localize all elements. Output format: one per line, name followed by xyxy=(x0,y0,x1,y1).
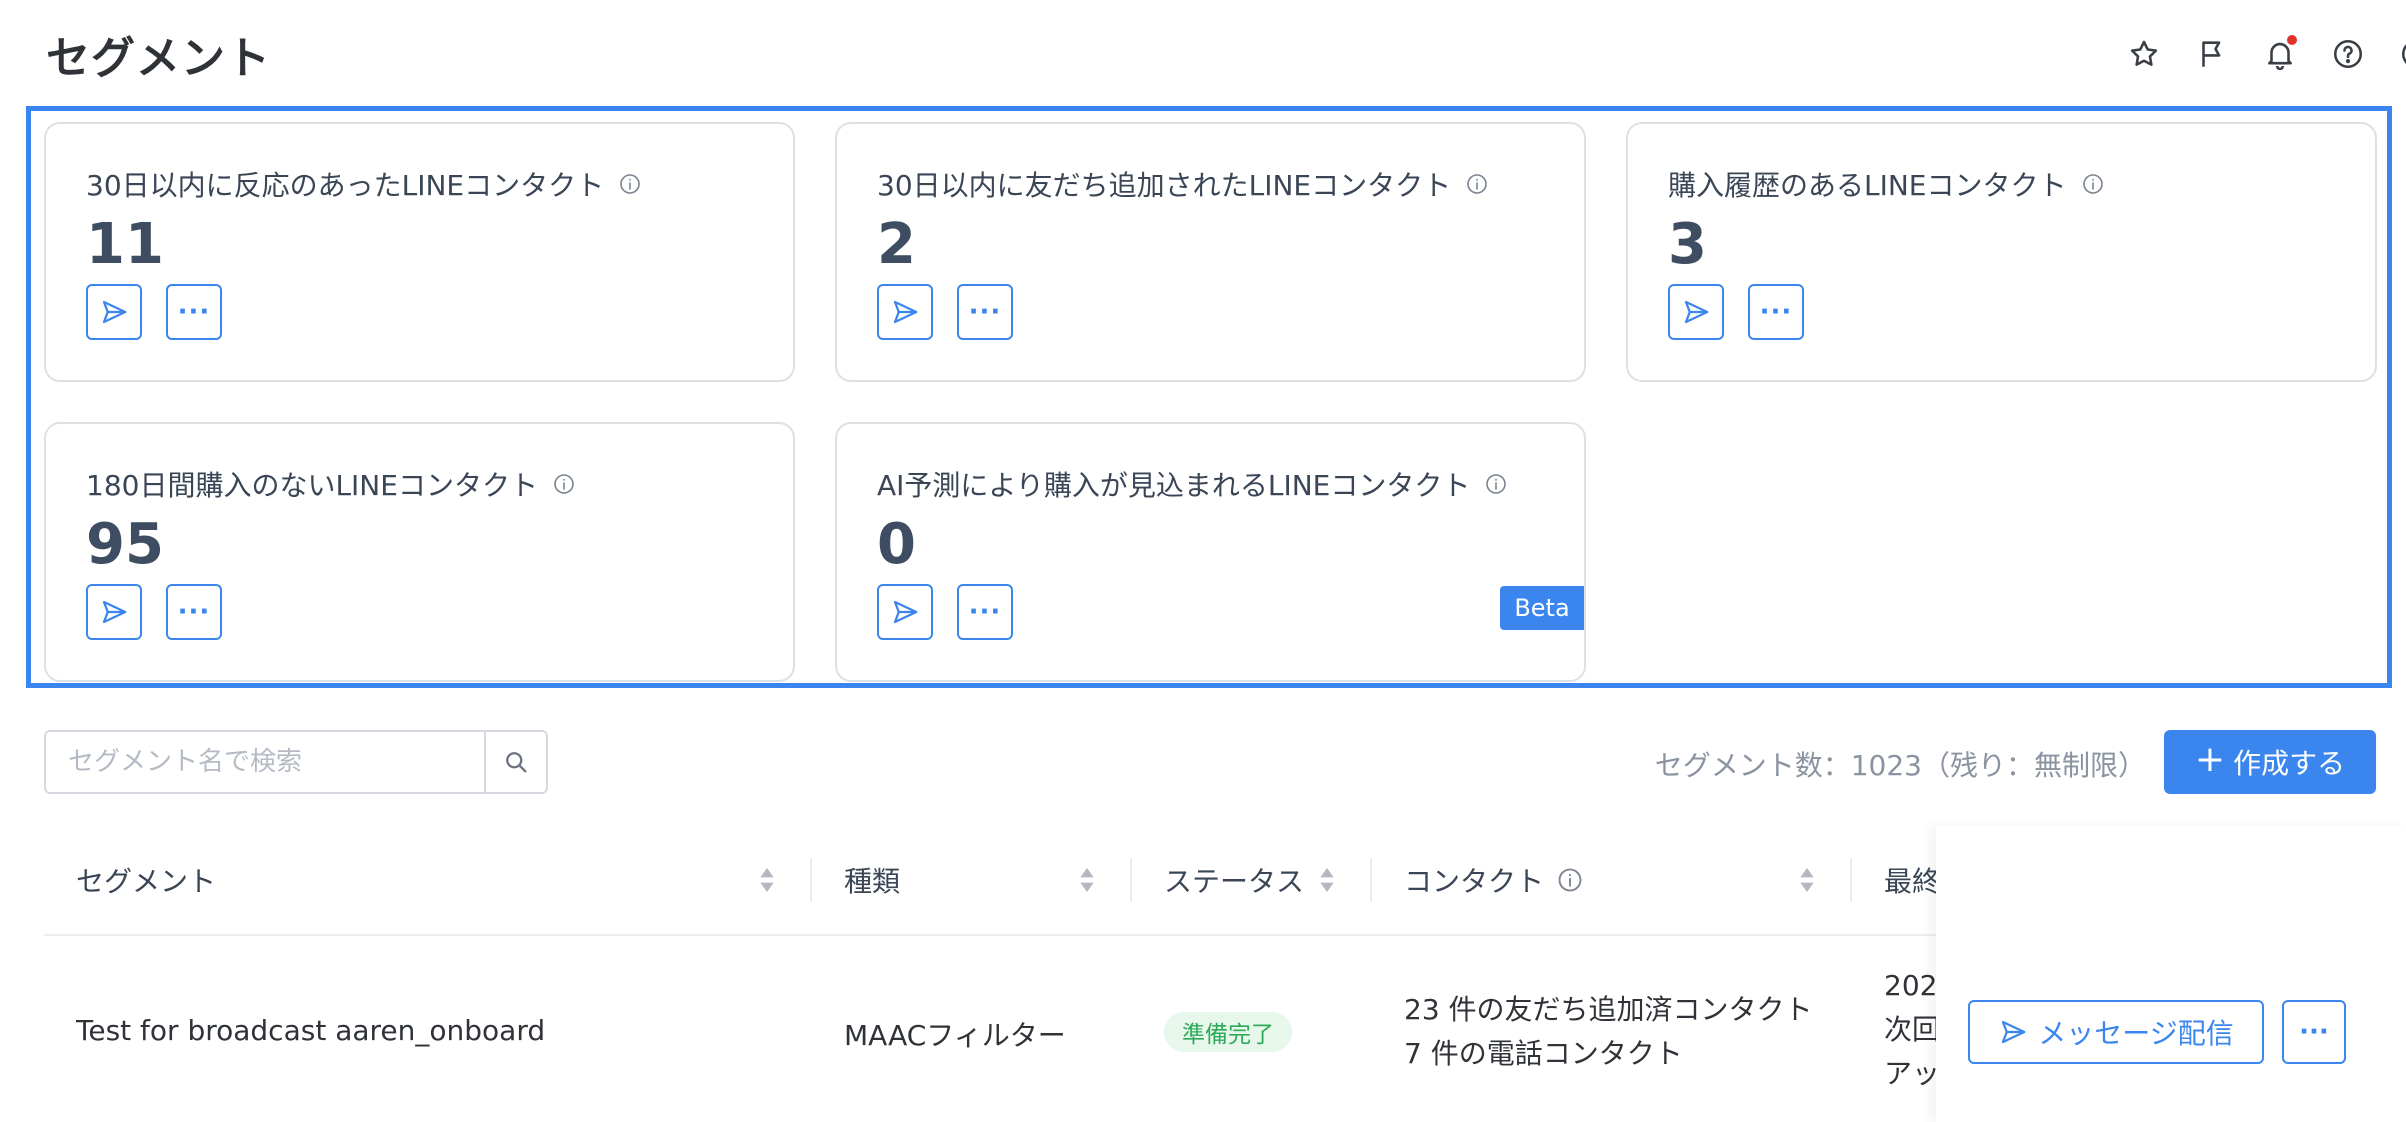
contacts-cell: 23 件の友だち追加済コンタクト 7 件の電話コンタクト xyxy=(1404,988,1813,1076)
status-badge: 準備完了 xyxy=(1164,1012,1292,1052)
quick-segment-card: 180日間購入のないLINEコンタクト 95 ··· xyxy=(44,422,795,682)
quick-segment-card: 購入履歴のあるLINEコンタクト 3 ··· xyxy=(1626,122,2377,382)
segment-count: セグメント数：1023（残り：無制限） xyxy=(1654,749,2146,782)
send-icon xyxy=(893,300,918,324)
card-title: AI予測により購入が見込まれるLINEコンタクト xyxy=(877,464,1508,504)
card-count: 11 xyxy=(86,212,164,277)
sort-icon[interactable] xyxy=(1798,864,1816,896)
info-icon[interactable] xyxy=(618,172,642,196)
contacts-line: 23 件の友だち追加済コンタクト xyxy=(1404,993,1813,1026)
last-updated-line: 202 xyxy=(1884,969,1938,1002)
send-button[interactable] xyxy=(1668,284,1724,340)
info-icon[interactable] xyxy=(2081,172,2105,196)
bell-icon[interactable] xyxy=(2258,32,2302,76)
create-button[interactable]: + 作成する xyxy=(2164,730,2376,794)
page-title: セグメント xyxy=(46,33,271,84)
last-updated-cell: 202 次回 アッ xyxy=(1884,964,1944,1096)
segment-name[interactable]: Test for broadcast aaren_onboard xyxy=(76,1014,545,1047)
more-button[interactable]: ··· xyxy=(1748,284,1804,340)
column-divider xyxy=(1130,858,1132,902)
more-button[interactable]: ··· xyxy=(957,284,1013,340)
last-updated-line: アッ xyxy=(1884,1057,1941,1090)
column-header-status[interactable]: ステータス xyxy=(1164,862,1304,898)
column-divider xyxy=(1370,858,1372,902)
star-icon[interactable] xyxy=(2122,32,2166,76)
quick-segment-card: 30日以内に反応のあったLINEコンタクト 11 ··· xyxy=(44,122,795,382)
column-header-contacts[interactable]: コンタクト xyxy=(1404,862,1584,898)
plus-icon: + xyxy=(2194,739,2226,780)
contacts-line: 7 件の電話コンタクト xyxy=(1404,1037,1683,1070)
card-title: 30日以内に友だち追加されたLINEコンタクト xyxy=(877,164,1489,204)
card-title: 30日以内に反応のあったLINEコンタクト xyxy=(86,164,642,204)
search-button[interactable] xyxy=(484,732,546,792)
send-icon xyxy=(2002,1020,2026,1044)
create-button-label: 作成する xyxy=(2233,747,2346,780)
card-count: 3 xyxy=(1668,212,1707,277)
more-button[interactable]: ··· xyxy=(957,584,1013,640)
send-message-button[interactable]: メッセージ配信 xyxy=(1968,1000,2264,1064)
column-header-segment[interactable]: セグメント xyxy=(76,862,216,898)
segment-type: MAACフィルター xyxy=(844,1019,1066,1052)
send-icon xyxy=(1684,300,1709,324)
card-count: 0 xyxy=(877,512,916,577)
send-message-label: メッセージ配信 xyxy=(2038,1017,2234,1050)
send-icon xyxy=(893,600,918,624)
account-icon[interactable] xyxy=(2394,32,2406,76)
help-icon[interactable] xyxy=(2326,32,2370,76)
send-button[interactable] xyxy=(86,584,142,640)
send-button[interactable] xyxy=(877,584,933,640)
sort-icon[interactable] xyxy=(758,864,776,896)
actions-column xyxy=(1936,826,2406,1122)
send-icon xyxy=(102,300,127,324)
column-header-type[interactable]: 種類 xyxy=(844,862,900,898)
column-header-last-updated[interactable]: 最終 xyxy=(1884,862,1940,898)
sort-icon[interactable] xyxy=(1078,864,1096,896)
column-divider xyxy=(1850,858,1852,902)
card-count: 95 xyxy=(86,512,164,577)
info-icon[interactable] xyxy=(1556,866,1584,894)
info-icon[interactable] xyxy=(1484,472,1508,496)
column-divider xyxy=(810,858,812,902)
top-toolbar xyxy=(2106,32,2406,76)
send-button[interactable] xyxy=(877,284,933,340)
info-icon[interactable] xyxy=(1465,172,1489,196)
card-title: 180日間購入のないLINEコンタクト xyxy=(86,464,576,504)
flag-icon[interactable] xyxy=(2190,32,2234,76)
beta-badge: Beta xyxy=(1500,586,1584,630)
search-box xyxy=(44,730,548,794)
card-count: 2 xyxy=(877,212,916,277)
row-more-button[interactable]: ··· xyxy=(2282,1000,2346,1064)
send-button[interactable] xyxy=(86,284,142,340)
search-input[interactable] xyxy=(46,732,484,792)
info-icon[interactable] xyxy=(552,472,576,496)
last-updated-line: 次回 xyxy=(1884,1013,1941,1046)
quick-segment-card: AI予測により購入が見込まれるLINEコンタクト 0 ··· Beta xyxy=(835,422,1586,682)
more-button[interactable]: ··· xyxy=(166,584,222,640)
sort-icon[interactable] xyxy=(1318,864,1336,896)
card-title: 購入履歴のあるLINEコンタクト xyxy=(1668,164,2105,204)
search-icon xyxy=(506,752,527,773)
quick-segment-card: 30日以内に友だち追加されたLINEコンタクト 2 ··· xyxy=(835,122,1586,382)
send-icon xyxy=(102,600,127,624)
more-button[interactable]: ··· xyxy=(166,284,222,340)
notification-dot xyxy=(2287,35,2297,45)
